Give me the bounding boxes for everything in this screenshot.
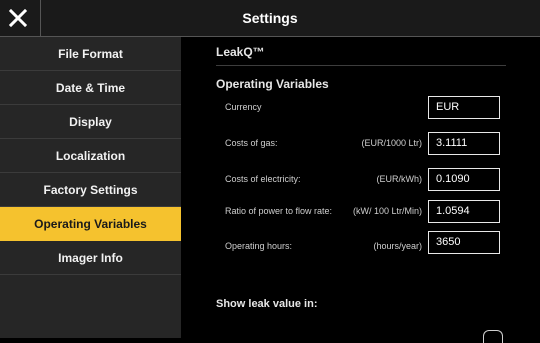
gas-cost-field[interactable]: 3.1111 [428,132,500,155]
close-button[interactable] [0,0,36,36]
section-title: Operating Variables [216,77,329,91]
show-leak-label: Show leak value in: [216,298,318,310]
sidebar-item-factory-settings[interactable]: Factory Settings [0,173,181,207]
operating-hours-unit: (hours/year) [373,241,422,251]
sidebar-item-date-time[interactable]: Date & Time [0,71,181,105]
electricity-cost-unit: (EUR/kWh) [376,174,423,184]
gas-cost-unit: (EUR/1000 Ltr) [361,138,422,148]
sidebar-item-operating-variables[interactable]: Operating Variables [0,207,181,241]
sidebar-item-imager-info[interactable]: Imager Info [0,241,181,275]
close-icon [9,9,27,27]
electricity-cost-field[interactable]: 0.1090 [428,168,500,191]
currency-field[interactable]: EUR [428,96,500,119]
leak-unit-toggle[interactable] [483,330,503,343]
operating-hours-field[interactable]: 3650 [428,231,500,254]
sidebar-item-localization[interactable]: Localization [0,139,181,173]
power-ratio-field[interactable]: 1.0594 [428,200,500,223]
product-name: LeakQ™ [216,45,265,59]
operating-hours-label: Operating hours: [225,241,293,251]
sidebar-item-display[interactable]: Display [0,105,181,139]
header-divider [216,65,506,66]
currency-label: Currency [225,102,262,112]
settings-panel: LeakQ™ Operating Variables Currency EUR … [181,37,540,343]
page-title: Settings [242,10,298,26]
top-divider [40,0,41,36]
power-ratio-label: Ratio of power to flow rate: [225,206,333,216]
sidebar: File Format Date & Time Display Localiza… [0,37,181,338]
gas-cost-label: Costs of gas: [225,138,278,148]
top-bar: Settings [0,0,540,37]
sidebar-item-file-format[interactable]: File Format [0,37,181,71]
electricity-cost-label: Costs of electricity: [225,174,301,184]
power-ratio-unit: (kW/ 100 Ltr/Min) [352,206,422,216]
